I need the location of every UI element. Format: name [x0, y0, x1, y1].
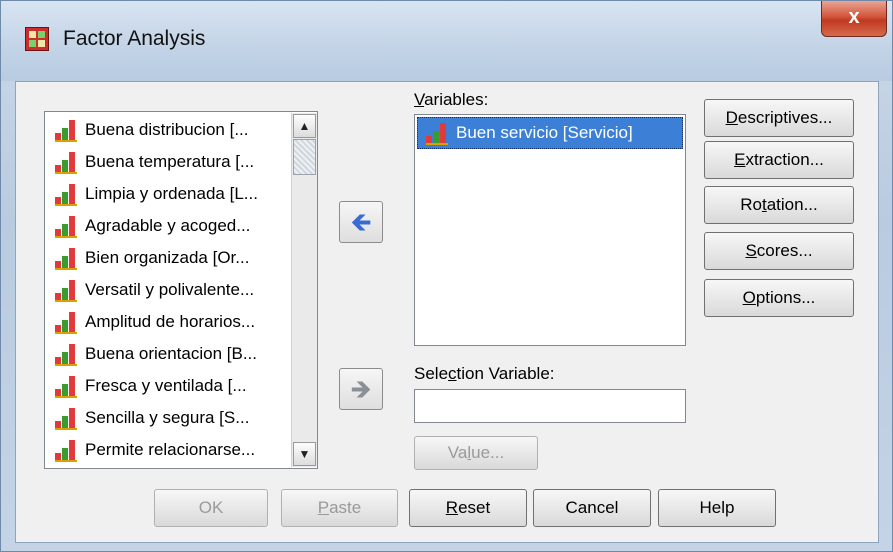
- scale-variable-icon: [55, 184, 79, 206]
- source-variable-label: Bien organizada [Or...: [85, 248, 250, 267]
- paste-button[interactable]: Paste: [281, 489, 398, 527]
- scale-variable-icon: [55, 376, 79, 398]
- selection-variable-field[interactable]: [414, 389, 686, 423]
- help-button[interactable]: Help: [658, 489, 776, 527]
- scale-variable-icon: [55, 408, 79, 430]
- close-icon: x: [848, 6, 860, 28]
- variables-list-item[interactable]: Buen servicio [Servicio]: [417, 117, 683, 149]
- source-variable-label: Versatil y polivalente...: [85, 280, 255, 299]
- factor-analysis-dialog: Factor Analysis x Buena distribucion [..…: [0, 0, 893, 552]
- scale-variable-icon: [55, 152, 79, 174]
- scale-variable-icon: [55, 120, 79, 142]
- source-variable-item[interactable]: Bien organizada [Or...: [47, 242, 291, 274]
- source-variable-list[interactable]: Buena distribucion [... Buena temperatura…: [44, 111, 318, 469]
- spss-app-icon: [25, 27, 49, 51]
- scroll-thumb[interactable]: [293, 139, 316, 175]
- options-button[interactable]: Options...: [704, 279, 854, 317]
- scroll-down-arrow-icon[interactable]: ▼: [293, 442, 316, 466]
- source-variable-item[interactable]: Permite relacionarse...: [47, 434, 291, 466]
- arrow-right-icon: 🡺: [350, 374, 372, 404]
- value-button[interactable]: Value...: [414, 436, 538, 470]
- scale-variable-icon: [55, 248, 79, 270]
- source-variable-label: Buena orientacion [B...: [85, 344, 258, 363]
- ok-button[interactable]: OK: [154, 489, 268, 527]
- source-variable-label: Limpia y ordenada [L...: [85, 184, 258, 203]
- source-variable-item[interactable]: Buena orientacion [B...: [47, 338, 291, 370]
- reset-button[interactable]: Reset: [409, 489, 527, 527]
- scale-variable-icon: [55, 216, 79, 238]
- source-variable-item[interactable]: Limpia y ordenada [L...: [47, 178, 291, 210]
- dialog-body: Buena distribucion [... Buena temperatura…: [15, 81, 879, 543]
- close-button[interactable]: x: [821, 1, 887, 37]
- variables-label: Variables:: [414, 90, 489, 109]
- source-variable-item[interactable]: Buena temperatura [...: [47, 146, 291, 178]
- scale-variable-icon: [55, 344, 79, 366]
- window-title: Factor Analysis: [63, 27, 206, 50]
- rotation-button[interactable]: Rotation...: [704, 186, 854, 224]
- descriptives-button[interactable]: Descriptives...: [704, 99, 854, 137]
- variable-label: Buen servicio [Servicio]: [456, 123, 633, 142]
- source-variable-items: Buena distribucion [... Buena temperatura…: [47, 114, 291, 466]
- source-variable-item[interactable]: Versatil y polivalente...: [47, 274, 291, 306]
- variables-list[interactable]: Buen servicio [Servicio]: [414, 114, 686, 346]
- source-variable-item[interactable]: Amplitud de horarios...: [47, 306, 291, 338]
- scroll-up-arrow-icon[interactable]: ▲: [293, 114, 316, 138]
- extraction-button[interactable]: Extraction...: [704, 141, 854, 179]
- source-variable-item[interactable]: Buena distribucion [...: [47, 114, 291, 146]
- move-to-selection-button[interactable]: 🡺: [339, 368, 383, 410]
- source-variable-label: Sencilla y segura [S...: [85, 408, 250, 427]
- selection-variable-label: Selection Variable:: [414, 364, 555, 383]
- source-variable-item[interactable]: Fresca y ventilada [...: [47, 370, 291, 402]
- source-variable-label: Agradable y acoged...: [85, 216, 251, 235]
- scale-variable-icon: [55, 280, 79, 302]
- scale-variable-icon: [426, 123, 450, 145]
- source-variable-label: Fresca y ventilada [...: [85, 376, 247, 395]
- source-variable-label: Permite relacionarse...: [85, 440, 256, 459]
- scores-button[interactable]: Scores...: [704, 232, 854, 270]
- scale-variable-icon: [55, 440, 79, 462]
- source-variable-label: Buena distribucion [...: [85, 120, 249, 139]
- arrow-left-icon: 🡸: [350, 207, 372, 237]
- scale-variable-icon: [55, 312, 79, 334]
- source-variable-item[interactable]: Agradable y acoged...: [47, 210, 291, 242]
- move-to-variables-button[interactable]: 🡸: [339, 201, 383, 243]
- source-list-scrollbar[interactable]: ▲ ▼: [291, 113, 317, 467]
- title-bar[interactable]: Factor Analysis x: [1, 1, 892, 81]
- source-variable-label: Amplitud de horarios...: [85, 312, 256, 331]
- source-variable-label: Buena temperatura [...: [85, 152, 255, 171]
- source-variable-item[interactable]: Sencilla y segura [S...: [47, 402, 291, 434]
- cancel-button[interactable]: Cancel: [533, 489, 651, 527]
